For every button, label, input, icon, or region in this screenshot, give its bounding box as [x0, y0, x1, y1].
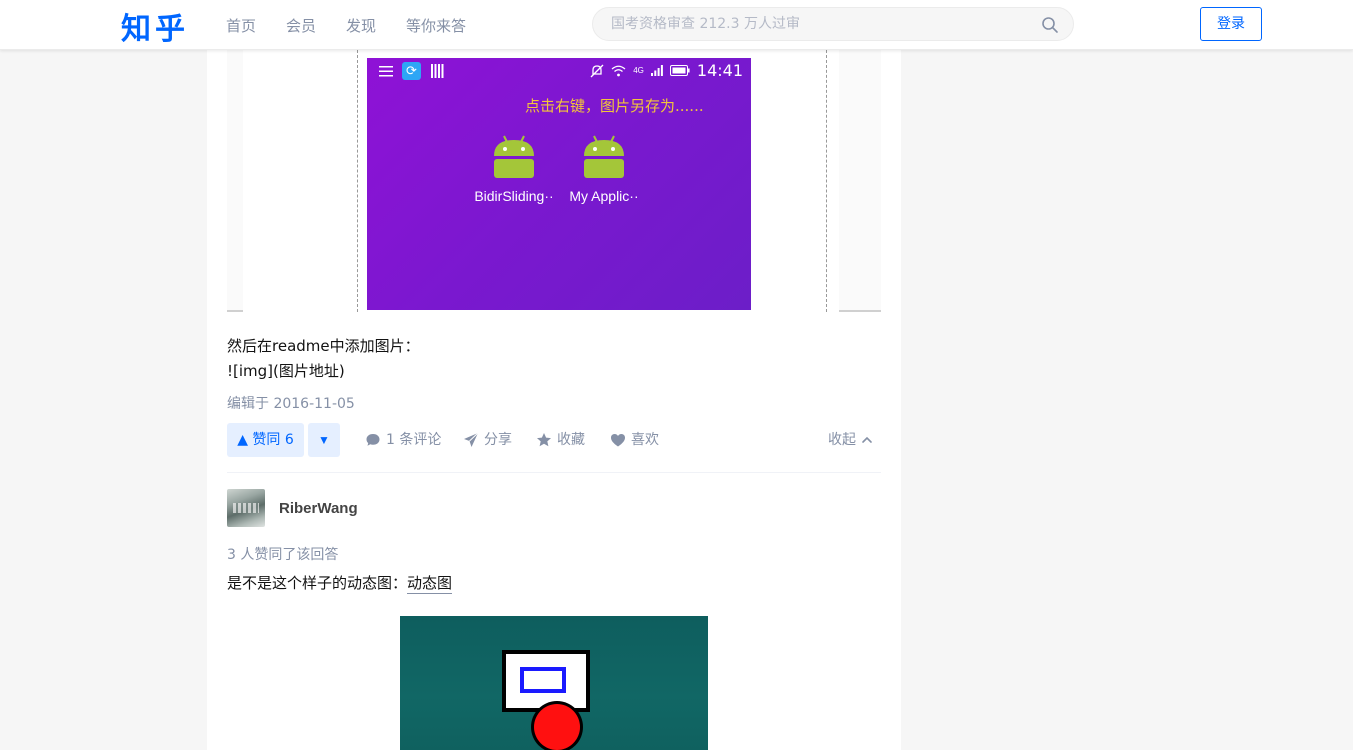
nav-waiting-answers[interactable]: 等你来答: [406, 15, 466, 36]
comment-count: 1 条评论: [386, 432, 442, 448]
answer-divider: [227, 472, 881, 473]
favorite-label: 收藏: [557, 432, 585, 448]
nav-discover[interactable]: 发现: [346, 15, 376, 36]
comment-icon: [366, 434, 380, 446]
battery-icon: [669, 65, 690, 76]
answer-body: 然后在readme中添加图片： ![img](图片地址): [227, 334, 420, 384]
search-input[interactable]: [609, 14, 1029, 34]
network-type-label: 4G: [633, 66, 644, 75]
comment-button[interactable]: 1 条评论: [365, 423, 441, 457]
main-content: ⟳ 4G 14:41 点击右键，图片另存为...... BidirSliding…: [207, 50, 901, 750]
search-icon[interactable]: [1041, 16, 1059, 34]
heart-icon: [611, 434, 625, 447]
answer-image-frame: ⟳ 4G 14:41 点击右键，图片另存为...... BidirSliding…: [227, 50, 881, 312]
app-label: My Applic··: [569, 188, 639, 204]
app-label: BidirSliding··: [474, 188, 554, 204]
phone-hint-text: 点击右键，图片另存为......: [525, 97, 704, 115]
android-icon: [494, 135, 534, 178]
app-icon-bidirsliding: BidirSliding··: [469, 132, 559, 204]
menu-icon: [379, 66, 393, 77]
collapse-label: 收起: [828, 432, 856, 448]
second-answer-text: 是不是这个样子的动态图：动态图: [227, 572, 453, 594]
phone-status-bar: ⟳ 4G 14:41: [367, 58, 751, 84]
app-icon-my-application: My Applic··: [559, 132, 649, 204]
answer-line-2: ![img](图片地址): [227, 362, 345, 380]
muted-alarm-icon: [590, 64, 604, 77]
answer-actions-bar: ▲ 赞同 6 ▼ 1 条评论 分享 收藏 喜欢 收起: [227, 423, 881, 457]
like-button[interactable]: 喜欢: [610, 423, 659, 457]
like-label: 喜欢: [631, 432, 659, 448]
downvote-button[interactable]: ▼: [308, 423, 340, 457]
author-name[interactable]: RiberWang: [279, 500, 358, 517]
status-time: 14:41: [696, 61, 743, 80]
share-button[interactable]: 分享: [463, 423, 512, 457]
upvote-button[interactable]: ▲ 赞同 6: [227, 423, 304, 457]
sync-icon: ⟳: [402, 62, 421, 80]
chevron-up-icon: [862, 436, 872, 443]
star-icon: [537, 433, 551, 447]
share-icon: [464, 432, 479, 447]
second-answer-prefix: 是不是这个样子的动态图：: [227, 574, 408, 592]
login-button[interactable]: 登录: [1200, 7, 1262, 41]
main-nav: 首页 会员 发现 等你来答: [226, 15, 496, 36]
zhihu-logo[interactable]: 知乎: [121, 4, 189, 48]
gif-link[interactable]: 动态图: [407, 574, 453, 594]
answer-line-1: 然后在readme中添加图片：: [227, 337, 420, 355]
top-header: 知乎 首页 会员 发现 等你来答 登录: [0, 0, 1353, 50]
share-label: 分享: [484, 432, 512, 448]
answer-author: RiberWang: [227, 489, 358, 527]
nav-home[interactable]: 首页: [226, 15, 256, 36]
barcode-icon: [431, 64, 444, 78]
nav-membership[interactable]: 会员: [286, 15, 316, 36]
phone-screenshot-image: ⟳ 4G 14:41 点击右键，图片另存为...... BidirSliding…: [367, 58, 751, 310]
android-icon: [584, 135, 624, 178]
signal-icon: [650, 65, 663, 76]
animated-gif-image: [400, 616, 708, 750]
wifi-icon: [611, 65, 626, 76]
avatar[interactable]: [227, 489, 265, 527]
edited-timestamp: 编辑于 2016-11-05: [227, 396, 355, 412]
collapse-button[interactable]: 收起: [828, 423, 873, 457]
voter-count: 3 人赞同了该回答: [227, 547, 339, 563]
basketball-hoop-illustration: [502, 650, 590, 750]
favorite-button[interactable]: 收藏: [536, 423, 585, 457]
search-box: [592, 7, 1074, 41]
